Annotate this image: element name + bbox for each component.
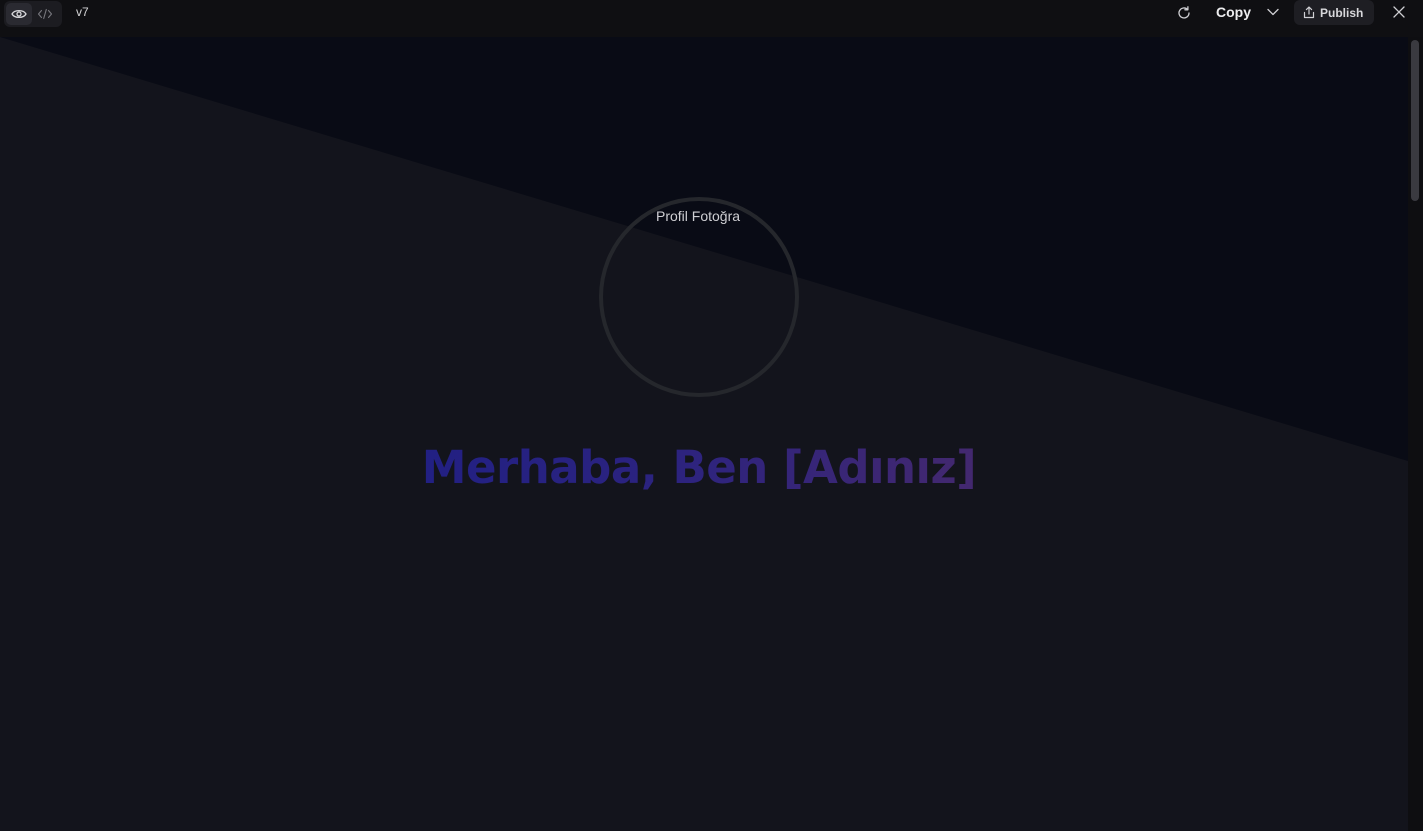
hero-title: Merhaba, Ben [Adınız] — [0, 437, 1398, 499]
refresh-button[interactable] — [1172, 2, 1196, 24]
profile-photo — [599, 197, 799, 397]
copy-options-button[interactable] — [1264, 3, 1282, 21]
eye-icon — [11, 9, 27, 19]
close-icon — [1393, 6, 1405, 18]
code-icon — [37, 8, 53, 20]
profile-photo-alt-text: Profil Fotoğra — [656, 208, 741, 224]
publish-button[interactable]: Publish — [1294, 0, 1374, 25]
chevron-down-icon — [1267, 8, 1279, 16]
share-upload-icon — [1303, 6, 1315, 19]
preview-toolbar: v7 Copy Publish — [0, 0, 1423, 37]
close-button[interactable] — [1389, 2, 1409, 22]
publish-label: Publish — [1320, 5, 1364, 20]
website-preview: Profil Fotoğra Merhaba, Ben [Adınız] — [0, 37, 1408, 831]
hero-background — [0, 37, 1408, 831]
view-mode-toggle — [4, 1, 62, 27]
refresh-icon — [1178, 6, 1190, 19]
code-mode-button[interactable] — [32, 3, 58, 25]
copy-button[interactable]: Copy — [1210, 0, 1257, 24]
version-label[interactable]: v7 — [76, 4, 89, 20]
preview-scrollbar[interactable] — [1408, 37, 1423, 831]
scrollbar-thumb[interactable] — [1411, 40, 1419, 201]
preview-mode-button[interactable] — [6, 3, 32, 25]
hero-title-text: Merhaba, Ben [Adınız] — [421, 441, 977, 494]
